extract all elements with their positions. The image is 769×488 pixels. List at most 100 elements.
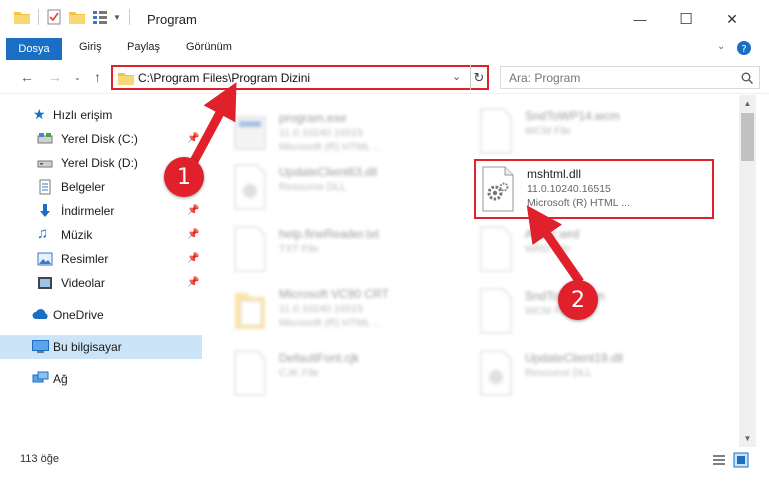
file-item[interactable]: Microsoft VC90 CRT 11.0.10240.16515 Micr… — [231, 281, 461, 339]
file-icon — [480, 108, 512, 154]
file-item[interactable]: help.fineReader.txt TXT File — [231, 221, 461, 279]
tab-file[interactable]: Dosya — [6, 38, 62, 60]
file-icon — [234, 350, 266, 396]
videos-icon — [38, 277, 52, 289]
folder-icon — [14, 12, 30, 24]
svg-text:?: ? — [741, 44, 746, 55]
new-folder-icon[interactable] — [69, 10, 85, 24]
file-detail: CJK File — [279, 367, 319, 379]
quick-access-toolbar: ▼ — [14, 9, 138, 25]
file-detail: Microsoft (R) HTML ... — [279, 141, 382, 153]
close-button[interactable]: ✕ — [709, 0, 755, 38]
pin-icon: 📌 — [187, 229, 200, 240]
refresh-icon: ↻ — [473, 69, 485, 85]
view-options-icon[interactable] — [93, 10, 111, 24]
status-bar: 113 öğe — [0, 450, 769, 488]
dll-file-icon — [480, 350, 512, 396]
maximize-icon: ☐ — [679, 11, 693, 28]
up-arrow-icon[interactable]: ↑ — [94, 69, 101, 85]
large-icons-view-icon[interactable] — [733, 452, 749, 468]
exe-file-icon — [234, 116, 266, 150]
address-path[interactable]: C:\Program Files\Program Dizini — [138, 71, 310, 85]
tab-share[interactable]: Paylaş — [127, 41, 160, 53]
minimize-button[interactable]: — — [617, 0, 663, 38]
search-input[interactable]: Ara: Program — [509, 71, 580, 85]
file-item[interactable]: UpdateClient63.dll Resource DLL — [231, 159, 461, 217]
window-title: Program — [147, 12, 197, 27]
navigation-pane: ★ Hızlı erişim Yerel Disk (C:) 📌 Yerel D… — [0, 95, 202, 445]
maximize-button[interactable]: ☐ — [663, 0, 709, 38]
file-name: UpdateClient19.dll — [525, 351, 624, 365]
help-icon[interactable]: ? — [737, 41, 751, 55]
computer-icon — [32, 340, 49, 353]
forward-arrow-icon[interactable]: → — [48, 69, 62, 85]
file-detail: WCM File — [525, 125, 572, 137]
tab-view[interactable]: Görünüm — [186, 41, 232, 53]
chevron-down-icon[interactable]: ▼ — [113, 13, 121, 22]
documents-icon — [39, 179, 51, 195]
nav-item-music[interactable]: ♫ Müzik 📌 — [0, 223, 202, 247]
nav-item-label: Yerel Disk (D:) — [61, 156, 138, 170]
file-name: UpdateClient63.dll — [279, 165, 378, 179]
file-name: Microsoft VC90 CRT — [279, 287, 389, 301]
drive-icon — [37, 133, 53, 144]
nav-item-label: Videolar — [61, 276, 105, 290]
file-name: program.exe — [279, 111, 347, 125]
refresh-button[interactable]: ↻ — [470, 65, 487, 90]
properties-icon[interactable] — [47, 9, 61, 25]
annotation-badge-2: 2 — [558, 280, 598, 320]
star-icon: ★ — [33, 106, 46, 122]
dll-file-icon — [234, 164, 266, 210]
address-row: ← → ⌄ ↑ C:\Program Files\Program Dizini … — [0, 60, 769, 94]
file-name: Afrtec.wrd — [525, 227, 580, 241]
folder-icon — [118, 73, 134, 85]
nav-item-videos[interactable]: Videolar 📌 — [0, 271, 202, 295]
pin-icon: 📌 — [187, 205, 200, 216]
nav-onedrive-label: OneDrive — [53, 308, 104, 322]
ribbon-tabs: Dosya Giriş Paylaş Görünüm ⌄ ? — [0, 38, 769, 60]
scroll-down-icon[interactable]: ▼ — [739, 430, 756, 447]
file-icon — [480, 226, 512, 272]
nav-item-downloads[interactable]: İndirmeler 📌 — [0, 199, 202, 223]
file-item[interactable]: Afrtec.wrd WRD File — [477, 221, 707, 279]
scrollbar-thumb[interactable] — [741, 113, 754, 161]
file-detail: Microsoft (R) HTML ... — [279, 317, 382, 329]
file-item[interactable]: UpdateClient19.dll Resource DLL — [477, 345, 707, 403]
nav-item-pictures[interactable]: Resimler 📌 — [0, 247, 202, 271]
nav-item-label: Resimler — [61, 252, 109, 266]
file-name: help.fineReader.txt — [279, 227, 380, 241]
nav-this-pc[interactable]: Bu bilgisayar — [0, 335, 202, 359]
file-item[interactable]: DefaultFont.cjk CJK File — [231, 345, 461, 403]
pin-icon: 📌 — [187, 253, 200, 264]
scroll-up-icon[interactable]: ▲ — [739, 95, 756, 112]
nav-item-label: Müzik — [61, 228, 93, 242]
nav-item-label: Belgeler — [61, 180, 106, 194]
nav-network[interactable]: Ağ — [0, 367, 202, 391]
expand-ribbon-icon[interactable]: ⌄ — [717, 41, 725, 52]
annotation-badge-1: 1 — [164, 157, 204, 197]
tab-home[interactable]: Giriş — [79, 41, 102, 53]
address-bar[interactable]: C:\Program Files\Program Dizini ⌄ — [111, 65, 489, 90]
recent-locations-icon[interactable]: ⌄ — [74, 73, 81, 82]
folder-icon — [235, 293, 265, 329]
text-file-icon — [234, 226, 266, 272]
network-icon — [32, 371, 49, 383]
file-icon — [480, 288, 512, 334]
nav-quick-access[interactable]: ★ Hızlı erişim — [0, 103, 202, 127]
back-arrow-icon[interactable]: ← — [20, 69, 34, 85]
search-box[interactable]: Ara: Program — [500, 66, 760, 89]
cloud-icon — [32, 309, 48, 319]
minimize-icon: — — [633, 11, 647, 27]
nav-network-label: Ağ — [53, 372, 68, 386]
details-view-icon[interactable] — [711, 452, 727, 468]
file-item[interactable]: program.exe 11.0.10240.16515 Microsoft (… — [231, 105, 461, 163]
file-item[interactable]: SndToWP14.wcm WCM File — [477, 103, 707, 161]
vertical-scrollbar[interactable]: ▲ ▼ — [739, 95, 756, 447]
file-detail: Resource DLL — [525, 367, 593, 379]
nav-item-disk-c[interactable]: Yerel Disk (C:) 📌 — [0, 127, 202, 151]
drive-icon — [37, 160, 53, 168]
address-dropdown-icon[interactable]: ⌄ — [452, 70, 461, 83]
file-list: program.exe 11.0.10240.16515 Microsoft (… — [203, 95, 739, 445]
file-name: SndToWP14.wcm — [525, 109, 620, 123]
nav-onedrive[interactable]: OneDrive — [0, 303, 202, 327]
